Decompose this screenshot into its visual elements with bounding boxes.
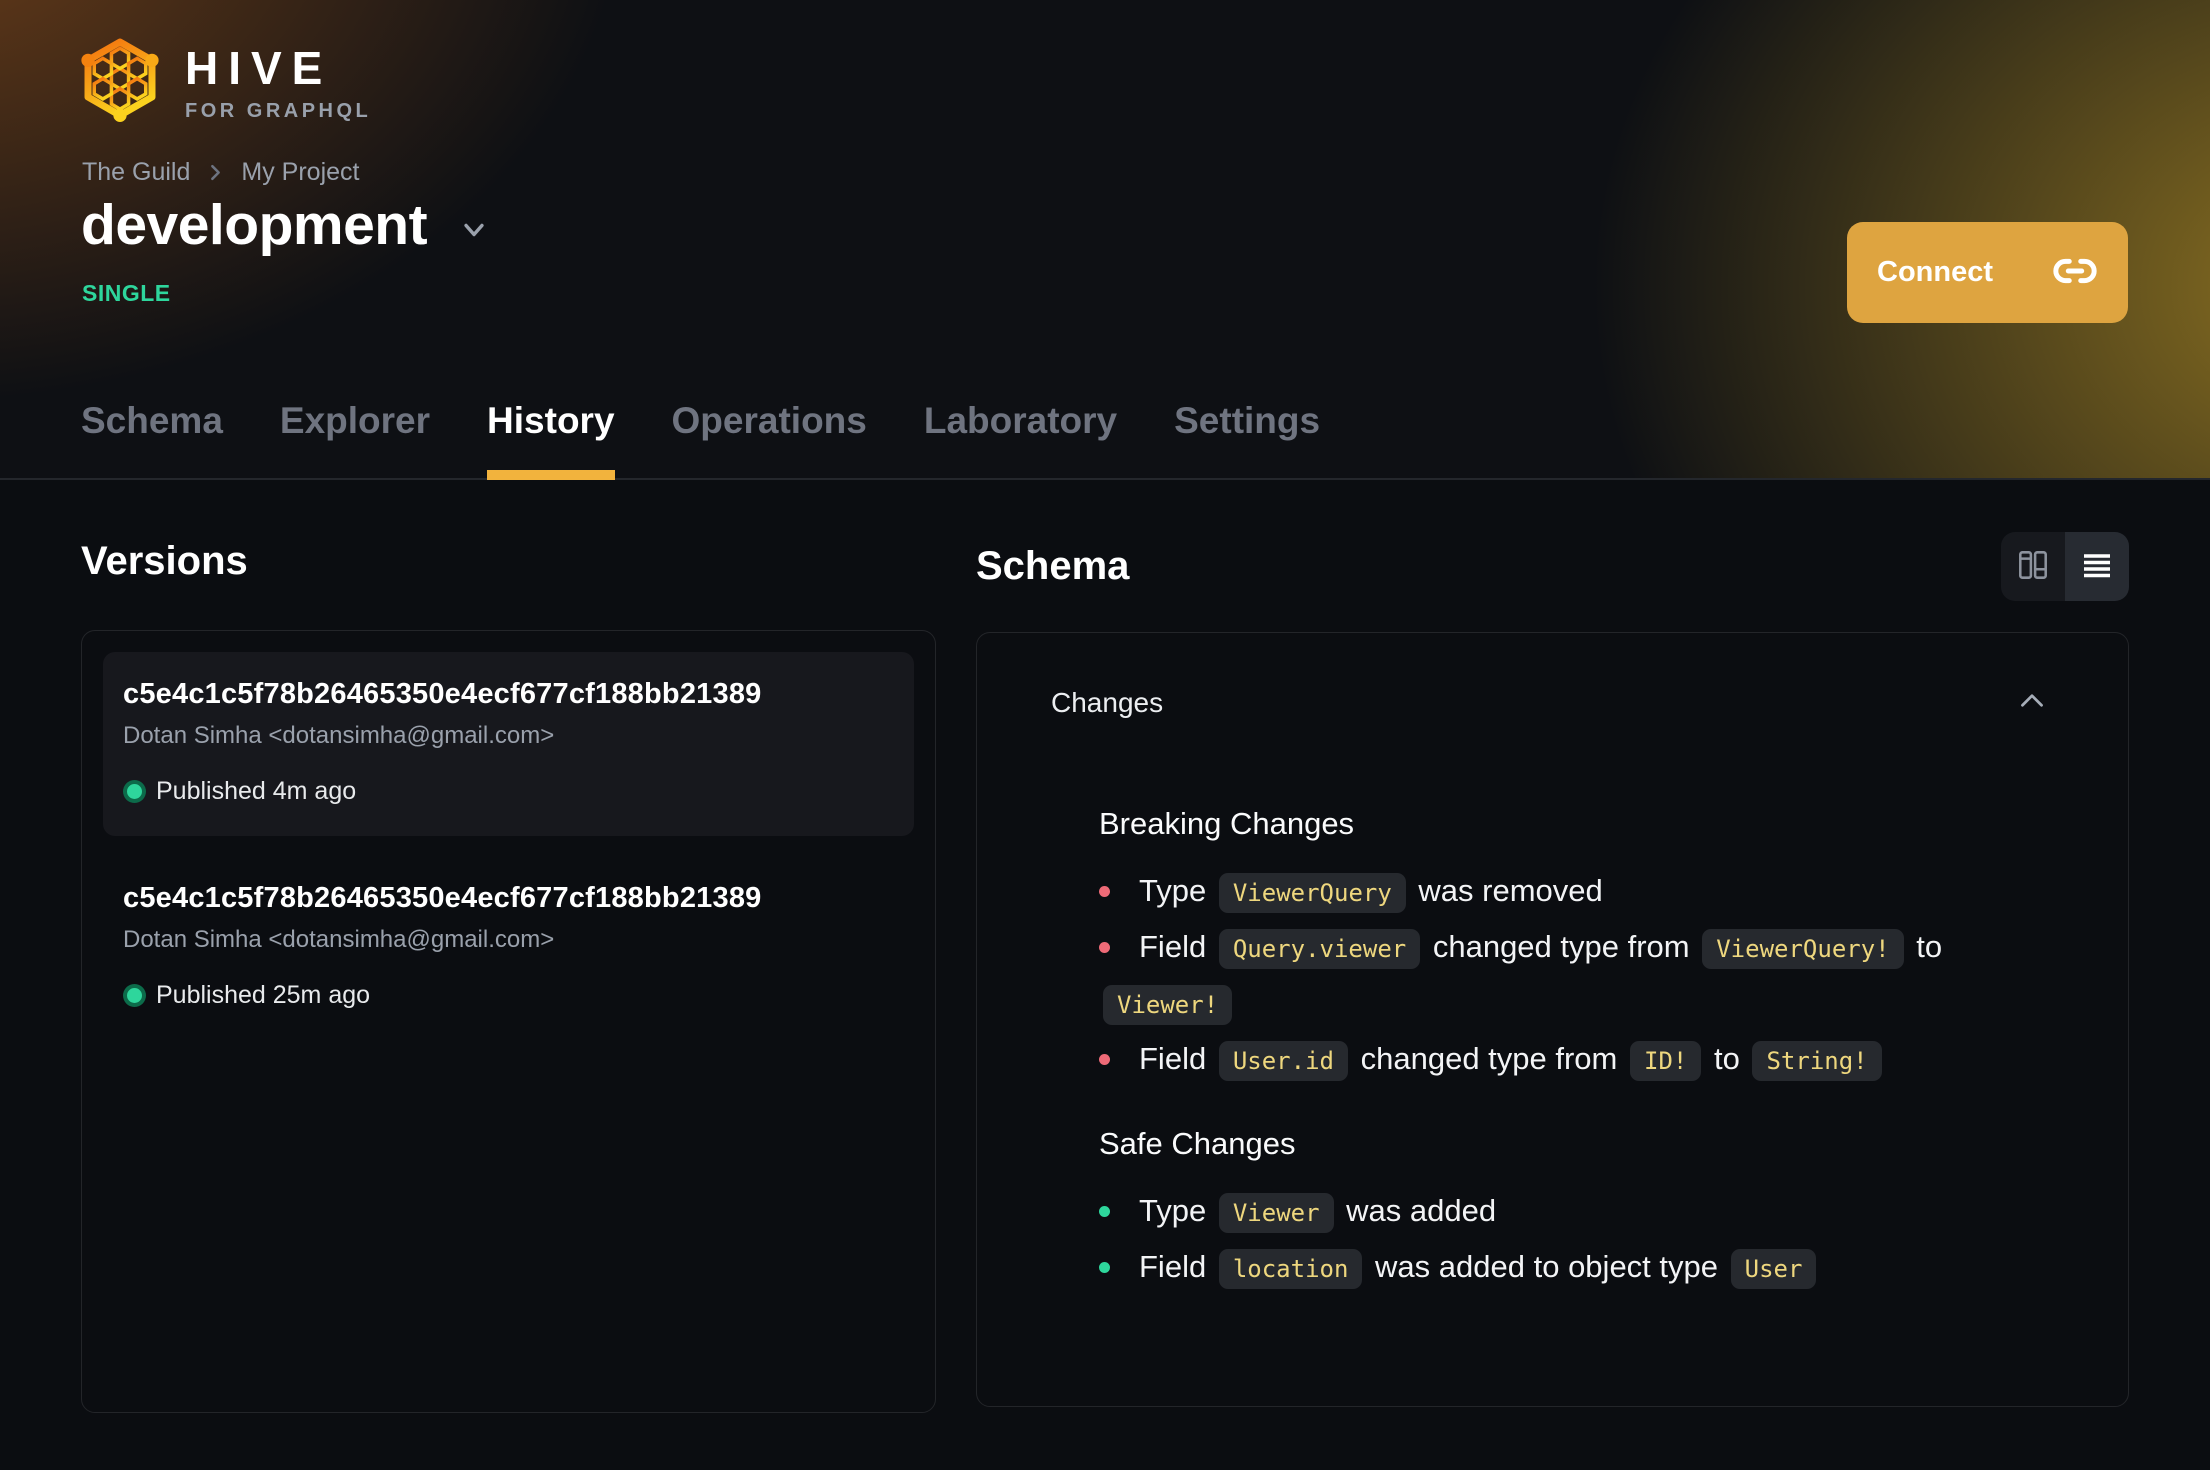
collapse-changes-button[interactable] — [2010, 679, 2054, 726]
change-item: Type ViewerQuery was removed — [1099, 864, 2039, 920]
change-item: Type Viewer was added — [1099, 1184, 2039, 1240]
tab-operations[interactable]: Operations — [672, 400, 867, 480]
brand-logo[interactable]: HIVE FOR GRAPHQL — [81, 38, 371, 129]
version-hash: c5e4c1c5f78b26465350e4ecf677cf188bb21389 — [123, 678, 762, 710]
safe-changes-title: Safe Changes — [1099, 1126, 1296, 1161]
tab-explorer[interactable]: Explorer — [280, 400, 430, 480]
breadcrumb-org[interactable]: The Guild — [82, 158, 190, 187]
main-content: Versions c5e4c1c5f78b26465350e4ecf677cf1… — [0, 480, 2210, 1413]
change-item: Field location was added to object type … — [1099, 1240, 2039, 1296]
safe-bullet-icon — [1099, 1262, 1110, 1273]
version-status-text: Published 25m ago — [156, 981, 371, 1009]
code-chip: ID! — [1630, 1041, 1702, 1081]
code-chip: Viewer! — [1103, 985, 1233, 1025]
changes-section-label: Changes — [1051, 686, 1164, 718]
code-chip: ViewerQuery — [1218, 873, 1406, 913]
columns-view-icon — [2015, 547, 2051, 586]
change-item: Field User.id changed type from ID! to S… — [1099, 1032, 2039, 1088]
safe-changes-group: Safe Changes Type Viewer was added Field… — [1099, 1126, 2054, 1296]
schema-heading: Schema — [976, 544, 1130, 588]
code-chip: ViewerQuery! — [1702, 929, 1904, 969]
chevron-down-icon[interactable] — [457, 213, 491, 247]
breaking-changes-group: Breaking Changes Type ViewerQuery was re… — [1099, 806, 2054, 1088]
chevron-right-icon — [205, 162, 226, 183]
tab-laboratory[interactable]: Laboratory — [924, 400, 1117, 480]
tab-schema[interactable]: Schema — [81, 400, 223, 480]
change-item: Field Query.viewer changed type from Vie… — [1099, 920, 2039, 1032]
code-chip: User.id — [1218, 1041, 1348, 1081]
versions-heading: Versions — [81, 538, 248, 583]
brand-tagline: FOR GRAPHQL — [185, 99, 372, 122]
breaking-bullet-icon — [1099, 942, 1110, 953]
tab-settings[interactable]: Settings — [1174, 400, 1320, 480]
link-icon — [2052, 248, 2098, 297]
columns-view-button[interactable] — [2001, 532, 2065, 601]
chevron-up-icon — [2014, 683, 2050, 722]
breadcrumb: The Guild My Project — [82, 158, 359, 187]
versions-list: c5e4c1c5f78b26465350e4ecf677cf188bb21389… — [81, 630, 936, 1413]
code-chip: String! — [1752, 1041, 1882, 1081]
published-status-dot — [127, 988, 142, 1003]
safe-bullet-icon — [1099, 1206, 1110, 1217]
breaking-bullet-icon — [1099, 1054, 1110, 1065]
version-hash: c5e4c1c5f78b26465350e4ecf677cf188bb21389 — [123, 882, 762, 914]
target-type-badge: SINGLE — [82, 280, 171, 306]
version-author: Dotan Simha <dotansimha@gmail.com> — [123, 926, 555, 953]
list-view-button[interactable] — [2065, 532, 2129, 601]
breadcrumb-project[interactable]: My Project — [241, 158, 359, 187]
code-chip: User — [1730, 1249, 1817, 1289]
versions-column: Versions c5e4c1c5f78b26465350e4ecf677cf1… — [81, 538, 936, 1413]
view-mode-toggle — [2001, 532, 2129, 601]
target-title: development — [81, 193, 428, 257]
hive-logo-icon — [81, 38, 159, 129]
connect-button[interactable]: Connect — [1847, 222, 2128, 323]
tab-history[interactable]: History — [487, 400, 616, 480]
breaking-changes-title: Breaking Changes — [1099, 806, 1355, 841]
schema-column: Schema Changes Breaking Changes Type Vie… — [976, 532, 2129, 1413]
code-chip: Query.viewer — [1218, 929, 1421, 969]
code-chip: Viewer — [1218, 1193, 1334, 1233]
changes-panel: Changes Breaking Changes Type ViewerQuer… — [976, 632, 2129, 1407]
version-author: Dotan Simha <dotansimha@gmail.com> — [123, 722, 555, 749]
version-status-text: Published 4m ago — [156, 777, 357, 805]
list-view-icon — [2080, 548, 2114, 585]
hive-app: HIVE FOR GRAPHQL The Guild My Project de… — [0, 0, 2210, 1470]
version-item[interactable]: c5e4c1c5f78b26465350e4ecf677cf188bb21389… — [103, 652, 914, 836]
code-chip: location — [1218, 1249, 1363, 1289]
main-tabs: Schema Explorer History Operations Labor… — [81, 400, 1320, 480]
brand-name: HIVE — [185, 41, 333, 94]
breaking-bullet-icon — [1099, 886, 1110, 897]
published-status-dot — [127, 784, 142, 799]
page-header: HIVE FOR GRAPHQL The Guild My Project de… — [0, 0, 2210, 480]
version-item[interactable]: c5e4c1c5f78b26465350e4ecf677cf188bb21389… — [103, 856, 914, 1040]
